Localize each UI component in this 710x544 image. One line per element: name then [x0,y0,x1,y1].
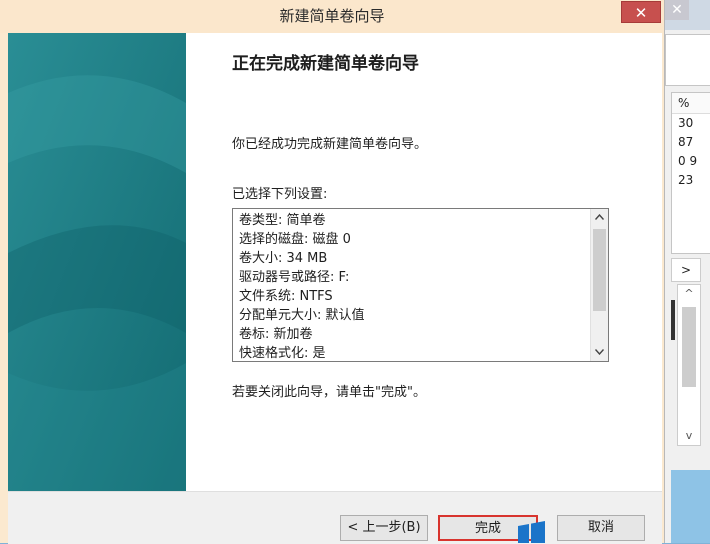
scroll-down-icon[interactable]: v [678,427,700,445]
title-bar[interactable]: 新建简单卷向导 ✕ [0,0,664,33]
background-vertical-scrollbar[interactable]: ^ v [677,284,701,446]
settings-label: 已选择下列设置: [232,187,328,202]
list-item[interactable]: 23 [672,171,710,190]
list-item[interactable]: 87 [672,133,710,152]
setting-volume-label: 卷标: 新加卷 [239,327,313,342]
scroll-down-icon[interactable] [591,344,608,361]
window-title: 新建简单卷向导 [279,7,385,25]
setting-file-system: 文件系统: NTFS [239,289,333,304]
scroll-up-icon[interactable]: ^ [678,285,700,303]
page-title: 正在完成新建简单卷向导 [232,54,419,74]
scrollbar-thumb[interactable] [593,229,606,311]
disk-bar [671,300,675,340]
background-titlebar: ✕ [661,0,710,30]
background-close-button[interactable]: ✕ [665,0,689,20]
desktop-background [671,470,710,543]
setting-selected-disk: 选择的磁盘: 磁盘 0 [239,232,351,247]
scrollbar-thumb[interactable] [682,307,696,387]
percent-column-header[interactable]: % [672,93,710,114]
windows-logo-icon [518,521,545,543]
button-bar: < 上一步(B) 完成 取消 [8,491,662,544]
setting-allocation-unit: 分配单元大小: 默认值 [239,308,365,323]
success-message: 你已经成功完成新建简单卷向导。 [232,137,428,152]
scroll-right-button[interactable]: > [671,258,701,282]
close-instruction: 若要关闭此向导，请单击"完成"。 [232,385,426,400]
list-item[interactable]: 30 [672,114,710,133]
banner-graphic [8,33,186,491]
setting-drive-letter: 驱动器号或路径: F: [239,270,350,285]
cancel-button[interactable]: 取消 [557,515,645,541]
setting-volume-type: 卷类型: 简单卷 [239,213,326,228]
setting-quick-format: 快速格式化: 是 [239,346,326,361]
back-button[interactable]: < 上一步(B) [340,515,428,541]
scroll-up-icon[interactable] [591,209,608,226]
wizard-banner [8,33,186,491]
settings-list: 卷类型: 简单卷 选择的磁盘: 磁盘 0 卷大小: 34 MB 驱动器号或路径:… [239,211,589,361]
setting-volume-size: 卷大小: 34 MB [239,251,328,266]
settings-scrollbar[interactable] [590,209,608,361]
settings-summary-box[interactable]: 卷类型: 简单卷 选择的磁盘: 磁盘 0 卷大小: 34 MB 驱动器号或路径:… [232,208,609,362]
background-volume-list: % 30 87 0 9 23 [671,92,710,254]
list-item[interactable]: 0 9 [672,152,710,171]
background-window: ✕ % 30 87 0 9 23 > ^ v [660,0,710,543]
background-toolbar [665,34,710,86]
new-simple-volume-wizard: 新建简单卷向导 ✕ 正在完成新建简单卷向导 你已经成功完成新建简单卷向导。 已选… [0,0,665,544]
wizard-content: 正在完成新建简单卷向导 你已经成功完成新建简单卷向导。 已选择下列设置: 卷类型… [8,33,662,491]
close-button[interactable]: ✕ [621,1,661,23]
